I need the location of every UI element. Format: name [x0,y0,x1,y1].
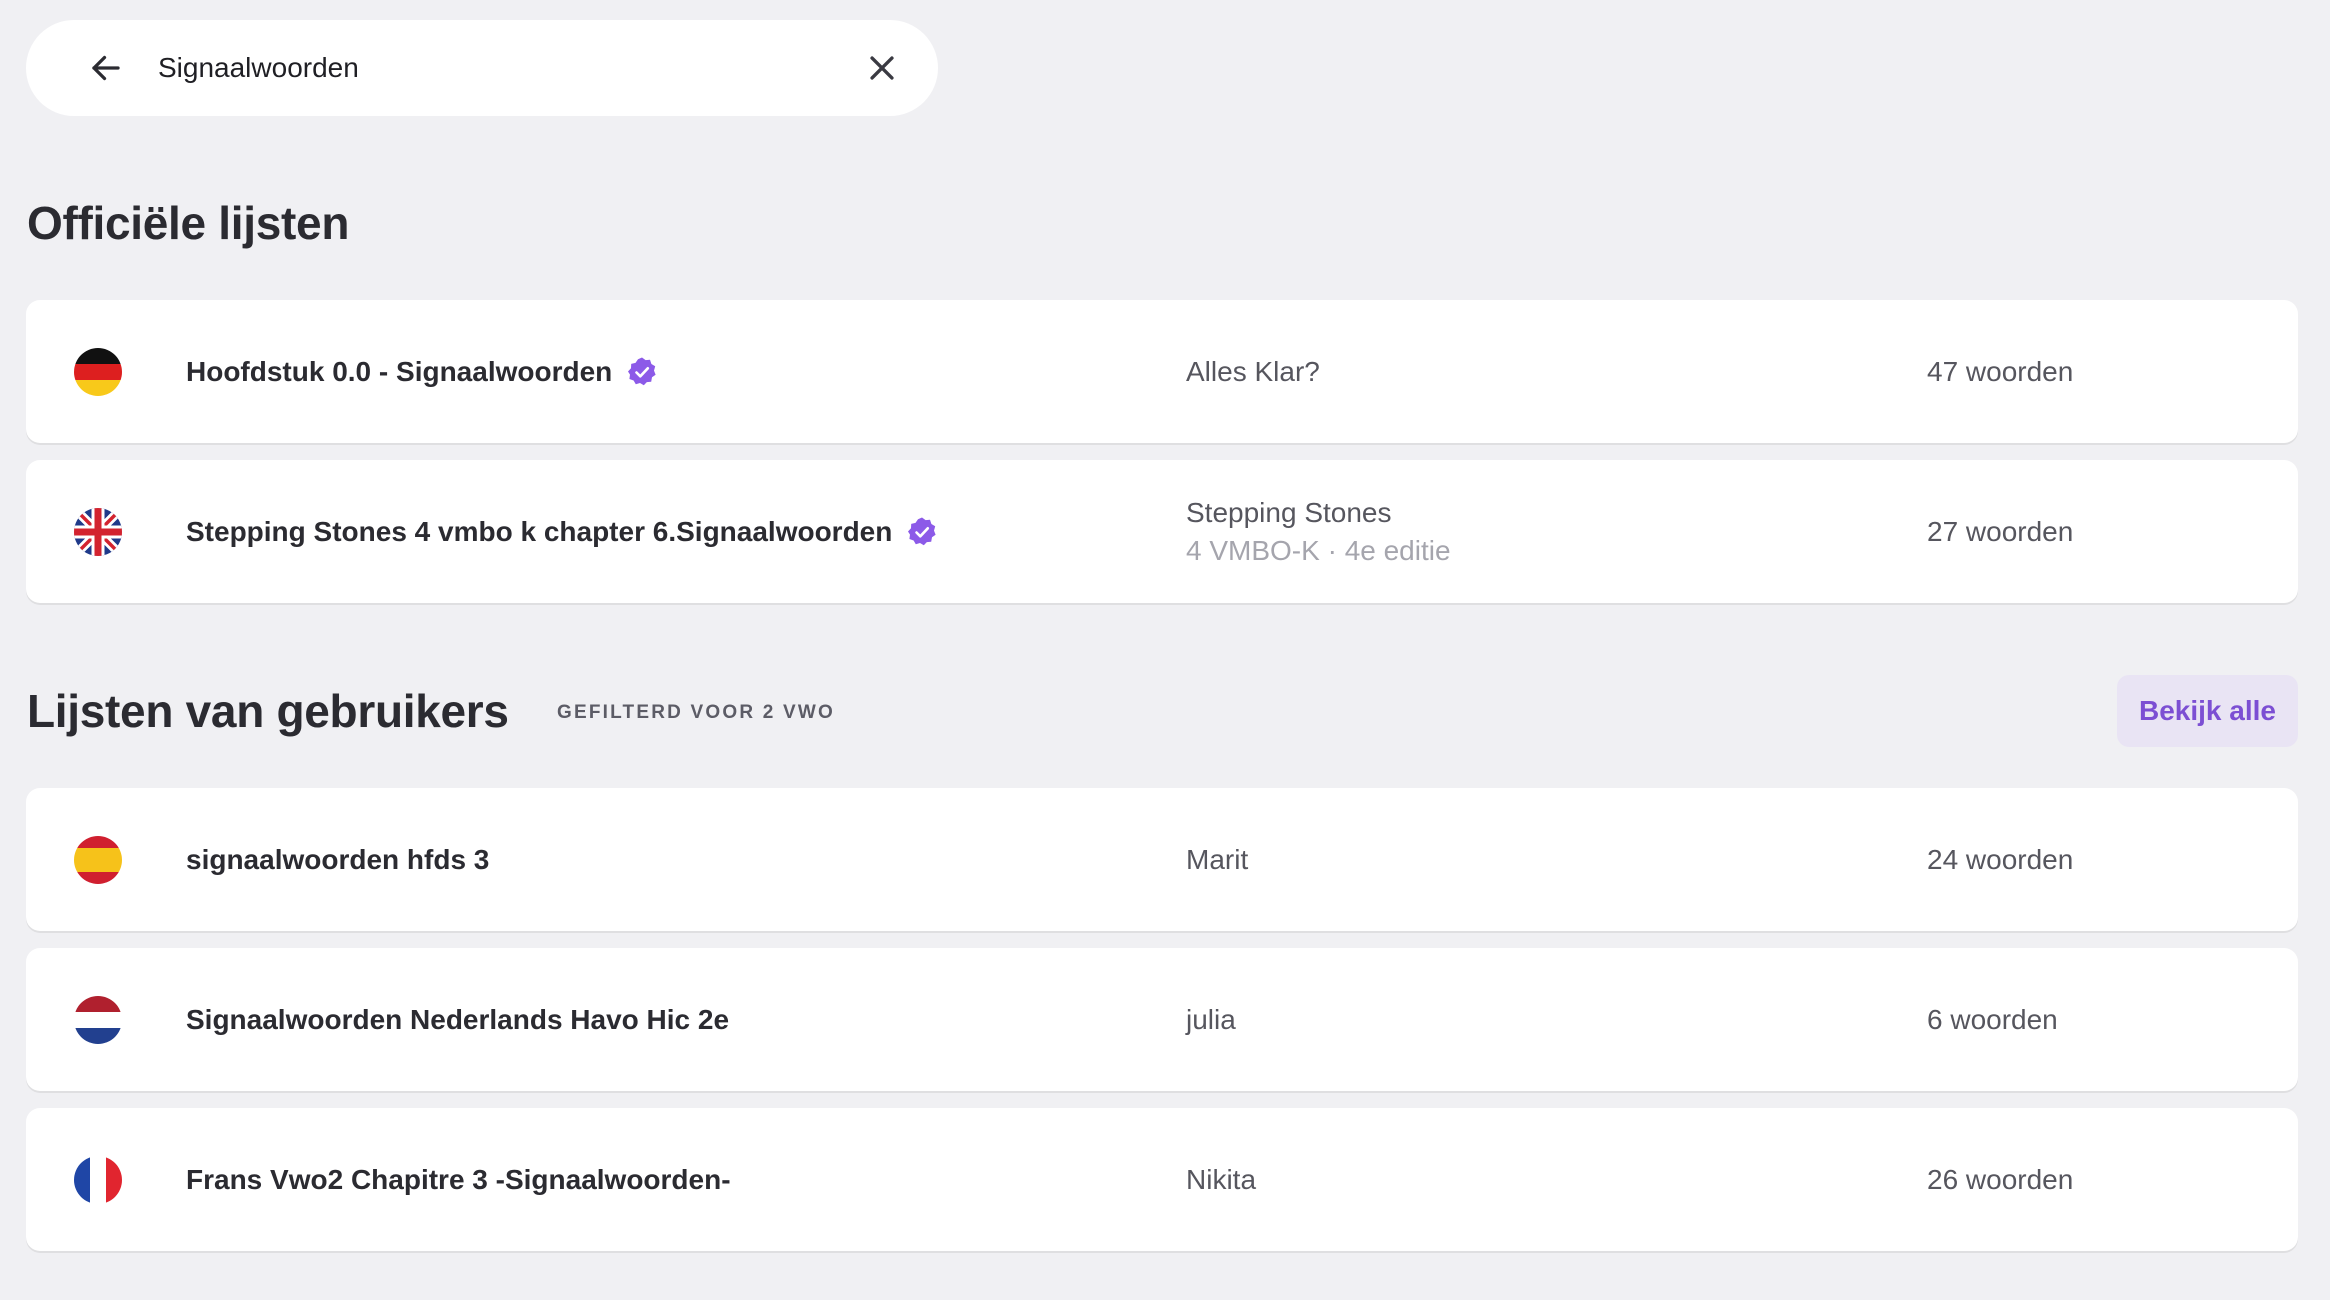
back-arrow-icon[interactable] [84,46,128,90]
list-title: signaalwoorden hfds 3 [186,843,490,875]
close-icon[interactable] [860,46,904,90]
netherlands-flag-icon [74,996,122,1044]
list-source-edition: 4 VMBO-K · 4e editie [1186,534,1451,566]
user-lists-heading: Lijsten van gebruikers [27,685,509,737]
word-count: 47 woorden [1927,355,2074,387]
verified-badge-icon [906,516,938,548]
germany-flag-icon [74,348,122,396]
list-item[interactable]: Frans Vwo2 Chapitre 3 -Signaalwoorden- N… [26,1108,2298,1251]
search-bar[interactable]: Signaalwoorden [26,20,938,116]
list-item[interactable]: Signaalwoorden Nederlands Havo Hic 2e ju… [26,948,2298,1091]
list-title: Hoofdstuk 0.0 - Signaalwoorden [186,355,613,387]
list-title: Stepping Stones 4 vmbo k chapter 6.Signa… [186,515,893,547]
search-input[interactable]: Signaalwoorden [158,52,860,84]
spain-flag-icon [74,836,122,884]
word-count: 6 woorden [1927,1003,2058,1035]
uk-flag-icon [74,508,122,556]
list-item[interactable]: Hoofdstuk 0.0 - Signaalwoorden Alles Kla… [26,300,2298,443]
verified-badge-icon [626,356,658,388]
word-count: 26 woorden [1927,1163,2074,1195]
list-item[interactable]: signaalwoorden hfds 3 Marit 24 woorden [26,788,2298,931]
list-title: Signaalwoorden Nederlands Havo Hic 2e [186,1003,730,1035]
word-count: 27 woorden [1927,515,2074,547]
view-all-button[interactable]: Bekijk alle [2117,675,2298,747]
list-source: Alles Klar? [1186,355,1320,387]
france-flag-icon [74,1156,122,1204]
official-lists-heading: Officiële lijsten [27,197,350,249]
list-title: Frans Vwo2 Chapitre 3 -Signaalwoorden- [186,1163,731,1195]
list-item[interactable]: Stepping Stones 4 vmbo k chapter 6.Signa… [26,460,2298,603]
filter-label: GEFILTERD VOOR 2 VWO [557,702,835,723]
list-author: Marit [1186,843,1249,875]
list-author: julia [1186,1003,1236,1035]
word-count: 24 woorden [1927,843,2074,875]
list-author: Nikita [1186,1163,1257,1195]
list-source: Stepping Stones [1186,496,1392,528]
